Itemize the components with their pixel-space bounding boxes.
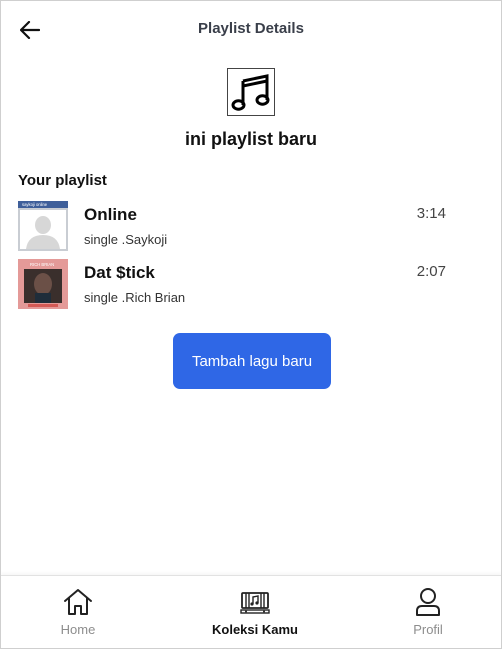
song-duration: 2:07 [416, 263, 446, 280]
album-art-online: saykoji online [18, 201, 68, 251]
nav-item-profil[interactable]: Profil [368, 576, 488, 648]
add-song-button[interactable]: Tambah lagu baru [173, 333, 331, 389]
user-icon [416, 588, 440, 616]
home-icon [64, 589, 92, 615]
song-row[interactable]: RICH BRIAN Dat $tick single .Rich Brian … [18, 259, 458, 309]
playlist-cover [227, 68, 275, 116]
nav-item-home[interactable]: Home [18, 576, 138, 648]
music-note-icon [231, 74, 270, 111]
nav-label: Koleksi Kamu [212, 622, 298, 637]
song-thumbnail: saykoji online [18, 201, 68, 251]
playlist-name: ini playlist baru [184, 129, 318, 149]
album-art-caption: RICH BRIAN [30, 262, 54, 267]
album-art-caption: saykoji online [22, 202, 48, 207]
nav-label: Home [60, 622, 96, 637]
library-icon [240, 592, 270, 614]
song-title: Online [84, 205, 137, 224]
bottom-nav: Home Koleksi Kamu Profil [1, 575, 501, 648]
app-screen: Playlist Details ini playlist baru Your … [0, 0, 502, 649]
album-art-dat-stick: RICH BRIAN [18, 259, 68, 309]
song-title: Dat $tick [84, 263, 155, 282]
song-subtitle: single .Saykoji [84, 232, 168, 247]
song-thumbnail: RICH BRIAN [18, 259, 68, 309]
header: Playlist Details [1, 1, 501, 59]
section-title: Your playlist [18, 172, 107, 189]
song-duration: 3:14 [416, 205, 446, 222]
nav-item-koleksi[interactable]: Koleksi Kamu [195, 576, 315, 648]
song-subtitle: single .Rich Brian [84, 290, 186, 305]
nav-label: Profil [413, 622, 443, 637]
song-row[interactable]: saykoji online Online single .Saykoji 3:… [18, 201, 458, 251]
page-title: Playlist Details [198, 20, 304, 37]
